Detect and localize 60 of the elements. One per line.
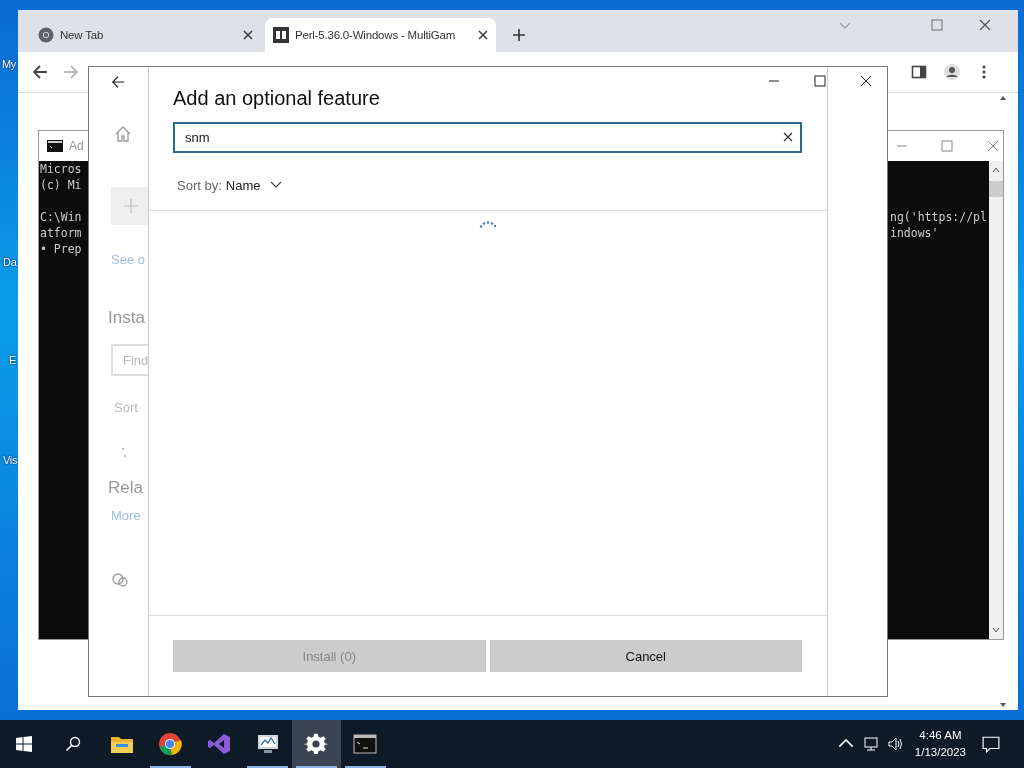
home-icon[interactable] <box>114 125 132 143</box>
search-field[interactable]: snm <box>173 122 802 153</box>
browser-logo-icon <box>38 27 54 43</box>
section-heading: Insta <box>108 308 145 328</box>
notification-icon[interactable] <box>982 735 1000 753</box>
tab-title: New Tab <box>60 29 105 41</box>
taskbar-app[interactable] <box>292 720 341 768</box>
desktop-icon-label[interactable]: Da <box>3 256 17 268</box>
profile-icon[interactable] <box>944 64 960 80</box>
console-text: atform <box>40 225 82 241</box>
scrollbar[interactable] <box>989 161 1003 639</box>
tab-title: Perl-5.36.0-Windows - MultiGam <box>295 29 457 41</box>
chevron-down-icon[interactable] <box>270 181 283 189</box>
scroll-thumb[interactable] <box>989 181 1003 197</box>
dialog-button[interactable]: Cancel <box>489 640 802 672</box>
clear-icon[interactable] <box>783 132 793 142</box>
close-icon[interactable] <box>478 30 488 40</box>
sort-dropdown[interactable]: Name <box>225 177 261 193</box>
volume-icon[interactable] <box>887 736 904 752</box>
clock-date: 1/13/2023 <box>914 745 966 760</box>
console-text: indows' <box>890 225 939 241</box>
infinity-loop-icon <box>207 732 232 756</box>
sort-label: Sort by: <box>177 177 222 193</box>
browser-tab[interactable]: New Tab <box>30 18 261 52</box>
find-field[interactable]: Find <box>111 344 148 376</box>
maximize-icon[interactable] <box>814 75 826 87</box>
desktop-icon-label[interactable]: Vis <box>3 454 18 466</box>
close-icon[interactable] <box>243 30 253 40</box>
console-text: ng('https://pl <box>890 209 987 225</box>
scroll-down-icon[interactable] <box>991 625 1001 635</box>
console-icon <box>47 140 63 152</box>
close-icon[interactable] <box>860 75 872 87</box>
console-text: (c) Mi <box>40 177 82 193</box>
console-text: • Prep <box>40 241 82 257</box>
search-icon <box>65 736 82 752</box>
scroll-up-icon[interactable] <box>991 165 1001 175</box>
window-title: Ad <box>69 139 84 153</box>
dialog-title: Add an optional feature <box>173 87 380 110</box>
loading-dots-icon <box>121 447 127 459</box>
settings-icon <box>304 732 329 756</box>
sidebar-icon[interactable] <box>911 64 927 80</box>
plus-icon <box>123 198 139 214</box>
browser-tab[interactable]: Perl-5.36.0-Windows - MultiGam <box>265 18 496 52</box>
clock[interactable]: 4:46 AM 1/13/2023 <box>914 720 966 768</box>
chat-bubbles-icon[interactable] <box>111 571 129 589</box>
monitor-chart-icon <box>255 732 280 756</box>
new-tab-icon[interactable] <box>512 28 526 42</box>
windows-logo-icon <box>16 736 33 752</box>
section-heading: Rela <box>108 478 143 498</box>
network-icon[interactable] <box>862 736 879 752</box>
desktop-icon-label[interactable]: E <box>9 354 17 366</box>
clock-time: 4:46 AM <box>919 728 962 743</box>
console-text: C:\Win <box>40 209 82 225</box>
console-icon <box>353 732 378 756</box>
browser-logo-icon <box>158 732 183 756</box>
back-arrow-icon[interactable] <box>111 75 125 89</box>
site-logo-icon <box>273 27 289 43</box>
console-text: Micros <box>40 161 82 177</box>
desktop-icon-label[interactable]: My <box>2 58 17 70</box>
back-arrow-icon[interactable] <box>32 64 48 80</box>
